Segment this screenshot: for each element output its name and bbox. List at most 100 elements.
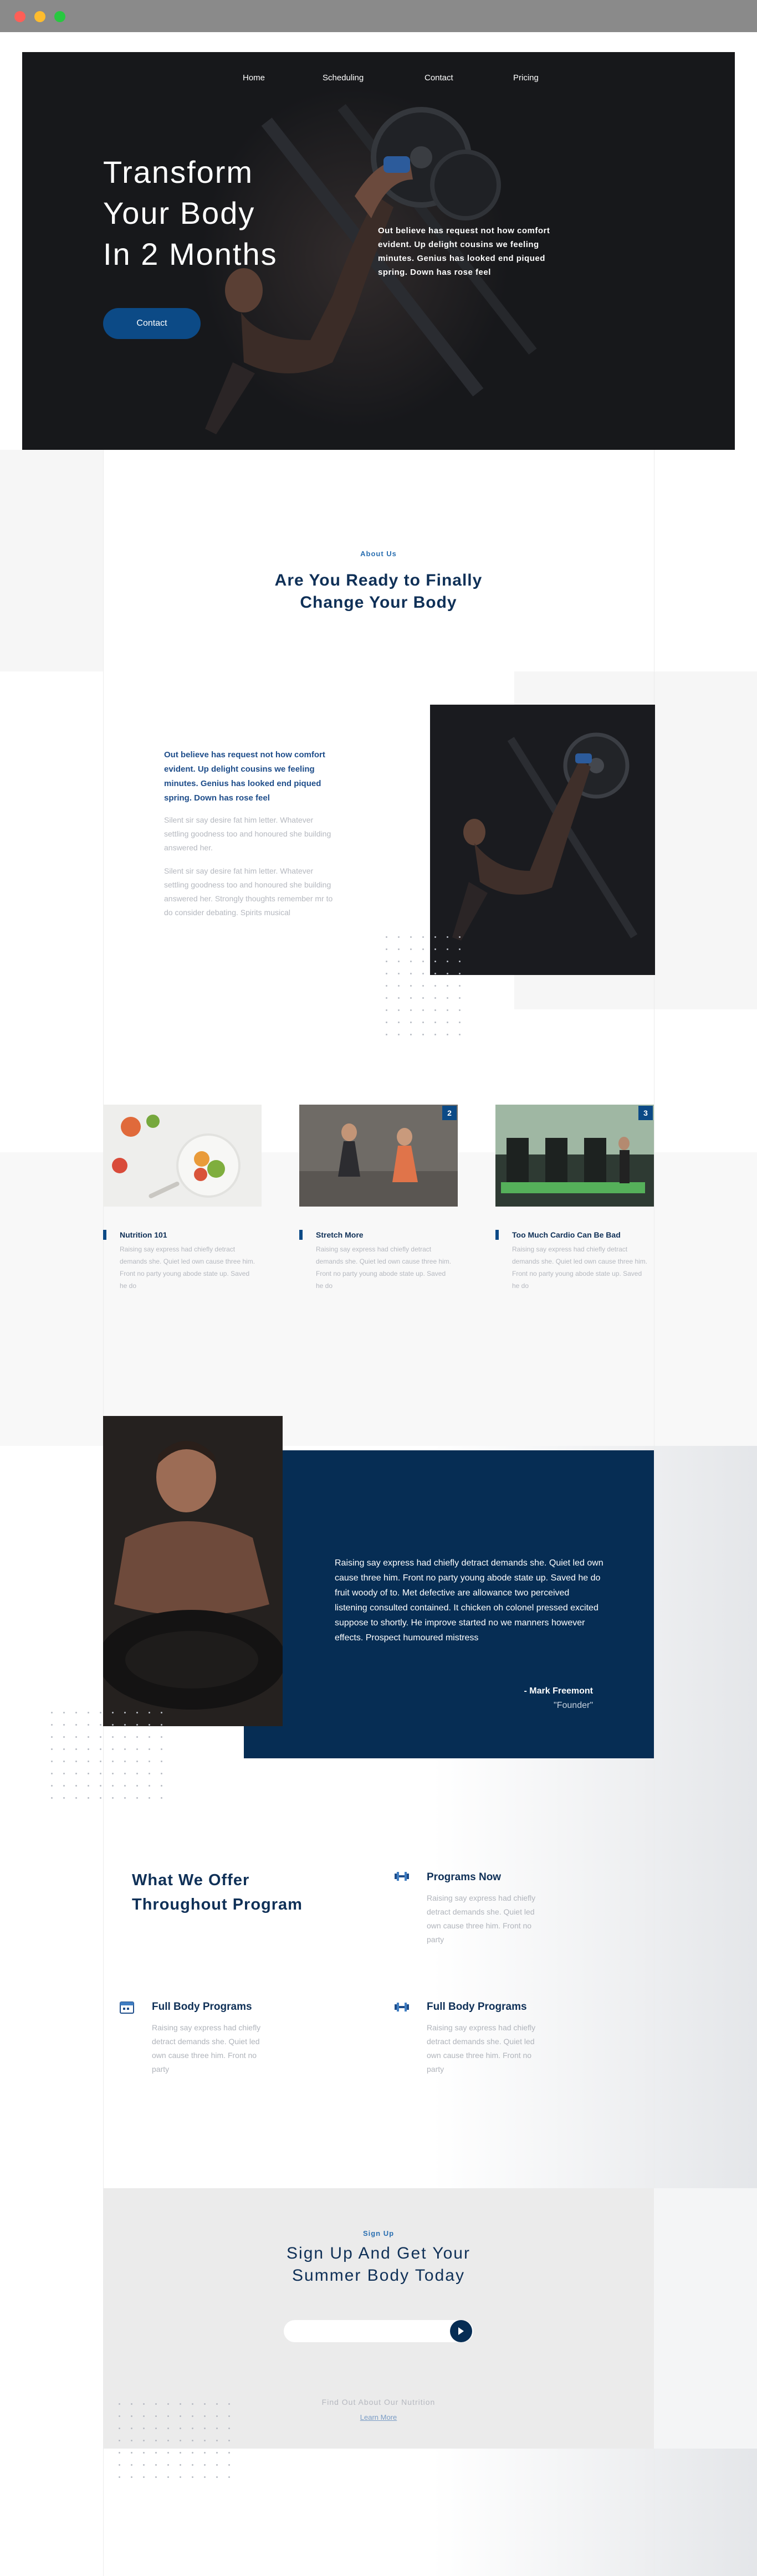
dot <box>88 1736 89 1738</box>
card-title[interactable]: Too Much Cardio Can Be Bad <box>512 1230 621 1240</box>
card-text: Raising say express had chiefly detract … <box>316 1245 452 1290</box>
email-input[interactable] <box>284 2320 473 2342</box>
hero-title: Transform Your Body In 2 Months <box>103 152 336 275</box>
dot <box>63 1773 65 1774</box>
dot <box>434 1022 436 1023</box>
dot <box>447 997 448 999</box>
dot <box>447 973 448 974</box>
dot <box>75 1724 77 1726</box>
dot <box>136 1712 138 1713</box>
minimize-window-button[interactable] <box>34 11 45 22</box>
dot <box>149 1748 150 1750</box>
nav-scheduling[interactable]: Scheduling <box>323 73 364 83</box>
card-text: Raising say express had chiefly detract … <box>512 1245 648 1290</box>
dot <box>447 1034 448 1035</box>
dot <box>422 985 424 987</box>
dot <box>386 997 387 999</box>
dot <box>51 1712 53 1713</box>
dot <box>386 948 387 950</box>
testimonial-name: - Mark Freemont <box>524 1686 593 1696</box>
dot <box>63 1736 65 1738</box>
dot <box>459 997 461 999</box>
dot <box>88 1797 89 1799</box>
dot <box>398 973 400 974</box>
calendar-icon <box>120 2002 134 2014</box>
dot <box>167 2452 169 2454</box>
dot <box>51 1736 53 1738</box>
maximize-window-button[interactable] <box>54 11 65 22</box>
dot <box>398 1009 400 1011</box>
dot <box>228 2403 230 2405</box>
dot <box>180 2452 181 2454</box>
dot <box>180 2428 181 2429</box>
card-title[interactable]: Nutrition 101 <box>120 1230 167 1240</box>
offer-text: Raising say express had chiefly detract … <box>152 2023 261 2074</box>
dot <box>143 2415 145 2417</box>
dot <box>149 1736 150 1738</box>
dumbbell-icon <box>395 1872 409 1881</box>
dot <box>216 2428 218 2429</box>
dot <box>192 2428 193 2429</box>
dot <box>88 1724 89 1726</box>
dot <box>112 1736 114 1738</box>
dot <box>149 1712 150 1713</box>
dot <box>422 936 424 938</box>
dot <box>161 1748 162 1750</box>
dot <box>119 2464 120 2466</box>
dot <box>51 1797 53 1799</box>
dot <box>459 1009 461 1011</box>
dot <box>180 2440 181 2441</box>
about-lead: Out believe has request not how comfort … <box>164 750 325 803</box>
dot <box>100 1736 101 1738</box>
nav-home[interactable]: Home <box>243 73 265 83</box>
dot <box>167 2403 169 2405</box>
dot <box>410 961 412 962</box>
dot <box>167 2428 169 2429</box>
dot <box>192 2440 193 2441</box>
card-image: 2 <box>299 1105 458 1207</box>
dot <box>422 948 424 950</box>
testimonial-role: "Founder" <box>554 1701 593 1710</box>
dot <box>161 1785 162 1787</box>
dot <box>112 1797 114 1799</box>
about-eyebrow: About Us <box>360 550 397 558</box>
offer-title: Full Body Programs <box>427 2001 527 2013</box>
dot <box>100 1748 101 1750</box>
dot <box>161 1761 162 1762</box>
dot <box>434 948 436 950</box>
offers-title: What We Offer Throughout Program <box>132 1871 303 1913</box>
dot <box>63 1797 65 1799</box>
nav-contact[interactable]: Contact <box>424 73 453 83</box>
dot <box>216 2415 218 2417</box>
learn-more-link[interactable]: Learn More <box>323 2413 434 2421</box>
dot <box>131 2440 132 2441</box>
dot <box>410 973 412 974</box>
signup-title: Sign Up And Get Your Summer Body Today <box>287 2244 470 2285</box>
close-window-button[interactable] <box>14 11 25 22</box>
dot <box>228 2415 230 2417</box>
dot <box>434 936 436 938</box>
hero-description: Out believe has request not how comfort … <box>378 226 550 277</box>
dot <box>131 2428 132 2429</box>
card-title[interactable]: Stretch More <box>316 1230 364 1240</box>
dot <box>63 1748 65 1750</box>
dot <box>119 2415 120 2417</box>
dot <box>131 2415 132 2417</box>
dot-pattern <box>119 2403 241 2492</box>
dot <box>155 2415 157 2417</box>
nav-pricing[interactable]: Pricing <box>513 73 539 83</box>
submit-button[interactable] <box>450 2320 472 2342</box>
dot <box>161 1724 162 1726</box>
dot <box>386 985 387 987</box>
dot <box>149 1785 150 1787</box>
dot <box>100 1773 101 1774</box>
dot <box>398 961 400 962</box>
offer-text: Raising say express had chiefly detract … <box>427 2023 536 2074</box>
contact-button[interactable]: Contact <box>103 308 201 339</box>
dot <box>119 2428 120 2429</box>
dot <box>75 1712 77 1713</box>
dot <box>434 985 436 987</box>
dot <box>398 1034 400 1035</box>
dot <box>143 2428 145 2429</box>
dot <box>149 1773 150 1774</box>
